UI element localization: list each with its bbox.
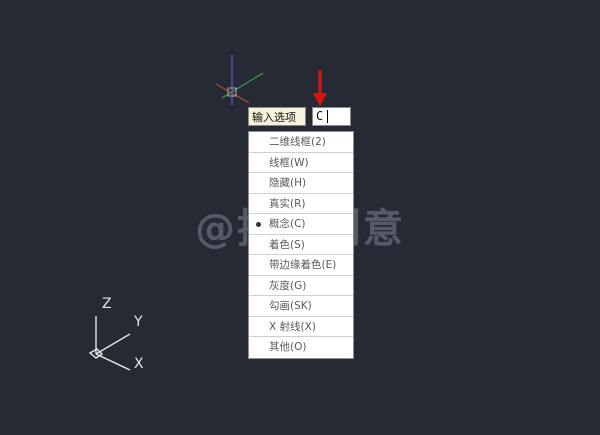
command-input[interactable]: C — [312, 107, 351, 126]
selected-bullet-icon — [256, 222, 261, 227]
ucs-x-axis — [95, 353, 131, 371]
annotation-arrow-icon — [313, 70, 327, 106]
menu-item-label: 隐藏(H) — [269, 177, 307, 189]
menu-item-shaded[interactable]: 着色(S) — [249, 235, 353, 255]
command-input-value: C — [316, 109, 324, 123]
arrow-head — [313, 93, 327, 106]
menu-item-label: 灰度(G) — [269, 279, 307, 292]
ucs-z-label: Z — [102, 296, 112, 312]
menu-item-realistic[interactable]: 真实(R) — [249, 194, 353, 214]
menu-item-label: X 射线(X) — [269, 320, 316, 333]
menu-item-conceptual[interactable]: 概念(C) — [249, 214, 353, 235]
menu-item-x-ray[interactable]: X 射线(X) — [249, 317, 353, 337]
menu-item-shaded-with-edges[interactable]: 带边缘着色(E) — [249, 255, 353, 276]
text-caret — [327, 110, 328, 123]
menu-item-label: 概念(C) — [269, 218, 306, 230]
menu-item-label: 其他(O) — [269, 341, 307, 353]
menu-item-grayscale[interactable]: 灰度(G) — [249, 276, 353, 296]
menu-item-label: 勾画(SK) — [269, 300, 312, 312]
menu-item-label: 带边缘着色(E) — [269, 259, 337, 271]
ucs-x-label: X — [134, 356, 144, 372]
crosshair-cursor-icon — [215, 55, 264, 105]
menu-item-hidden[interactable]: 隐藏(H) — [249, 173, 353, 194]
menu-item-label: 真实(R) — [269, 197, 306, 210]
menu-item-label: 着色(S) — [269, 238, 305, 251]
menu-item-sketchy[interactable]: 勾画(SK) — [249, 296, 353, 317]
menu-item-label: 二维线框(2) — [269, 136, 326, 148]
menu-item-2d-wireframe[interactable]: 二维线框(2) — [249, 132, 353, 153]
visual-style-menu: 二维线框(2) 线框(W) 隐藏(H) 真实(R) 概念(C) 着色(S) 带边… — [248, 131, 354, 359]
menu-item-label: 线框(W) — [269, 156, 309, 169]
menu-item-wireframe[interactable]: 线框(W) — [249, 153, 353, 173]
menu-item-other[interactable]: 其他(O) — [249, 337, 353, 358]
command-prompt-label: 输入选项 — [248, 107, 306, 126]
ucs-y-label: Y — [134, 314, 143, 330]
ucs-icon — [88, 316, 131, 371]
ucs-y-axis — [95, 333, 131, 355]
